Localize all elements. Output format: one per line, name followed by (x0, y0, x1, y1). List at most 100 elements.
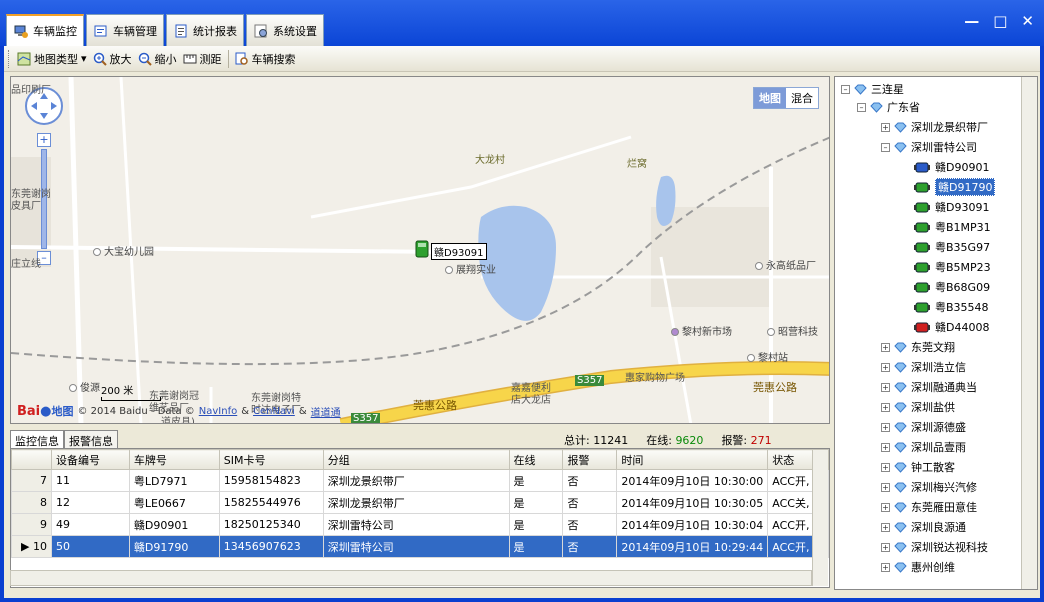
dropdown-arrow-icon: ▾ (81, 52, 87, 65)
tree-vehicle[interactable]: 粤B35G97 (913, 237, 990, 257)
tree-node-group[interactable]: + 东莞雁田意佳 (881, 497, 977, 517)
collapse-icon[interactable]: – (881, 142, 890, 152)
tree-node-label: 广东省 (887, 101, 920, 114)
online-stat: 在线: 9620 (646, 434, 704, 447)
vehicle-marker-icon[interactable] (413, 237, 433, 261)
tree-node-group[interactable]: + 深圳源德盛 (881, 417, 966, 437)
vehicle-manage-icon (94, 25, 107, 36)
tree-node-group[interactable]: + 深圳锐达视科技 (881, 537, 988, 557)
tree-node-group[interactable]: + 深圳龙景织带厂 (881, 117, 988, 137)
map-place-label: 大龙村 (475, 155, 505, 166)
expand-icon[interactable]: + (881, 402, 890, 412)
close-icon[interactable]: ✕ (1021, 12, 1034, 30)
expand-icon[interactable]: + (881, 482, 890, 492)
tree-node-label: 深圳品壹雨 (911, 441, 966, 454)
tree-node-group[interactable]: + 深圳盐供 (881, 397, 955, 417)
tree-node-group-open[interactable]: – 深圳雷特公司 (881, 137, 977, 157)
column-header[interactable]: SIM卡号 (218, 449, 324, 470)
column-header[interactable]: 在线 (508, 449, 564, 470)
row-number: 7 (11, 469, 52, 492)
tree-vehicle[interactable]: 赣D44008 (913, 317, 989, 337)
map-view[interactable]: + – 地图 混合 品印刷厂 东莞谢岗 皮具厂 庄立线 大龙村 烂窝 大宝幼儿园… (10, 76, 830, 424)
cennavi-link[interactable]: CenNavi (253, 406, 295, 417)
tree-node-group[interactable]: + 深圳品壹雨 (881, 437, 966, 457)
expand-icon[interactable]: + (881, 562, 890, 572)
minimize-icon[interactable]: — (964, 12, 979, 30)
vehicle-stats: 总计: 11241 在线: 9620 报警: 271 (564, 432, 772, 448)
tree-vehicle[interactable]: 粤B5MP23 (913, 257, 991, 277)
tree-node-group[interactable]: + 深圳梅兴汽修 (881, 477, 977, 497)
expand-icon[interactable]: + (881, 422, 890, 432)
tree-node-label: 深圳源德盛 (911, 421, 966, 434)
tree-vehicle[interactable]: 赣D93091 (913, 197, 989, 217)
ruler-icon (183, 54, 197, 63)
row-header-corner (11, 449, 52, 470)
collapse-icon[interactable]: – (857, 102, 866, 112)
tree-node-group[interactable]: + 深圳浩立信 (881, 357, 966, 377)
zoom-in-label: 放大 (109, 52, 132, 66)
tab-statistics-report[interactable]: 统计报表 (166, 14, 244, 46)
tree-node-group[interactable]: + 惠州创维 (881, 557, 955, 577)
expand-icon[interactable]: + (881, 382, 890, 392)
table-row[interactable]: 8 12 粤LE0667 15825544976 深圳龙景织带厂 是 否 201… (11, 491, 829, 514)
measure-button[interactable]: 测距 (183, 51, 222, 67)
tree-vehicle[interactable]: 粤B68G09 (913, 277, 990, 297)
grid-vertical-scrollbar[interactable] (812, 450, 828, 586)
navinfo-link[interactable]: NavInfo (199, 406, 237, 417)
tree-node-group[interactable]: + 东莞文翔 (881, 337, 955, 357)
expand-icon[interactable]: + (881, 542, 890, 552)
title-bar: 车辆监控 车辆管理 统计报表 系统设置 — □ ✕ (0, 0, 1044, 46)
map-type-hybrid-button[interactable]: 混合 (786, 88, 818, 108)
expand-icon[interactable]: + (881, 342, 890, 352)
column-header[interactable]: 车牌号 (128, 449, 220, 470)
daodaotong-link[interactable]: 道道通 (311, 404, 341, 419)
tree-node-group[interactable]: + 深圳融通典当 (881, 377, 977, 397)
tree-node-label: 三连星 (871, 83, 904, 96)
column-header[interactable]: 报警 (562, 449, 618, 470)
expand-icon[interactable]: + (881, 522, 890, 532)
diamond-icon (894, 462, 907, 473)
tree-vertical-scrollbar[interactable] (1021, 77, 1037, 589)
expand-icon[interactable]: + (881, 362, 890, 372)
tree-node-label: 东莞文翔 (911, 341, 955, 354)
tree-node-root[interactable]: – 三连星 (841, 79, 904, 99)
table-cell: 是 (508, 535, 564, 558)
expand-icon[interactable]: + (881, 502, 890, 512)
column-header[interactable]: 分组 (322, 449, 510, 470)
map-zoom-plus-button[interactable]: + (37, 133, 51, 147)
tab-vehicle-management[interactable]: 车辆管理 (86, 14, 164, 46)
column-header[interactable]: 时间 (616, 449, 769, 470)
tree-vehicle[interactable]: 赣D90901 (913, 157, 989, 177)
map-type-map-button[interactable]: 地图 (754, 88, 786, 108)
zoom-in-icon (93, 52, 107, 66)
expand-icon[interactable]: + (881, 462, 890, 472)
tab-system-settings[interactable]: 系统设置 (246, 14, 324, 46)
table-cell: 是 (508, 513, 564, 536)
grid-horizontal-scrollbar[interactable] (10, 570, 812, 586)
tree-vehicle[interactable]: 粤B35548 (913, 297, 989, 317)
table-cell: 11 (50, 469, 130, 492)
tree-vehicle[interactable]: 粤B1MP31 (913, 217, 991, 237)
table-row-selected[interactable]: ▶ 10 50 赣D91790 13456907623 深圳雷特公司 是 否 2… (11, 535, 829, 558)
map-copyright: Bai●地图 © 2014 Baidu - Data © NavInfo & C… (17, 403, 341, 419)
table-row[interactable]: 9 49 赣D90901 18250125340 深圳雷特公司 是 否 2014… (11, 513, 829, 536)
expand-icon[interactable]: + (881, 122, 890, 132)
tab-vehicle-monitor[interactable]: 车辆监控 (6, 14, 84, 46)
expand-icon[interactable]: + (881, 442, 890, 452)
tree-node-group[interactable]: + 深圳良源通 (881, 517, 966, 537)
tree-node-group[interactable]: + 钟工散客 (881, 457, 955, 477)
row-number: 8 (11, 491, 52, 514)
table-cell: 粤LD7971 (128, 469, 220, 492)
column-header[interactable]: 设备编号 (50, 449, 130, 470)
table-row[interactable]: 7 11 粤LD7971 15958154823 深圳龙景织带厂 是 否 201… (11, 469, 829, 492)
tree-vehicle-selected[interactable]: 赣D91790 (913, 177, 996, 197)
map-type-dropdown[interactable]: 地图类型 ▾ (17, 51, 87, 67)
tree-node-province[interactable]: – 广东省 (857, 97, 920, 117)
zoom-in-button[interactable]: 放大 (93, 51, 132, 67)
zoom-out-button[interactable]: 缩小 (138, 51, 177, 67)
table-cell: 2014年09月10日 10:30:05 (616, 491, 769, 514)
vehicle-search-button[interactable]: 车辆搜索 (235, 51, 296, 67)
maximize-icon[interactable]: □ (993, 12, 1007, 30)
map-place-label: 庄立线 (11, 259, 41, 270)
collapse-icon[interactable]: – (841, 84, 850, 94)
